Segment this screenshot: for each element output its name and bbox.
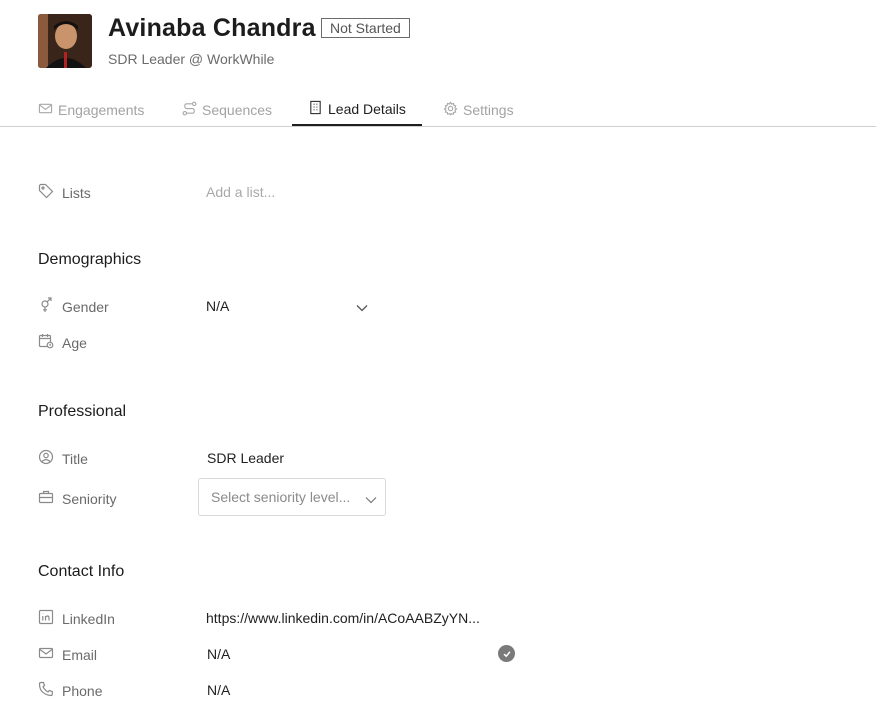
chevron-down-icon [365,492,377,508]
field-label: Seniority [62,490,117,507]
select-placeholder: Select seniority level... [211,489,351,505]
tag-icon [38,183,54,202]
linkedin-label: LinkedIn [38,609,115,628]
field-label: LinkedIn [62,610,115,627]
field-label: Age [62,334,87,351]
user-circle-icon [38,449,54,468]
tab-label: Engagements [58,101,145,118]
title-value[interactable]: SDR Leader [207,450,284,466]
avatar [38,14,92,68]
title-label: Title [38,449,88,468]
lead-name: Avinaba Chandra [108,14,316,42]
seniority-select[interactable]: Select seniority level... [198,478,386,516]
linkedin-icon [38,609,54,628]
mail-icon [38,645,54,664]
field-label: Gender [62,298,109,315]
tab-label: Sequences [202,101,273,118]
field-label: Email [62,646,98,663]
check-circle-icon[interactable] [498,645,515,662]
email-value[interactable]: N/A [207,646,230,662]
section-contact-info: Contact Info [38,563,125,580]
field-label: Title [62,450,88,467]
calendar-icon [38,333,54,352]
gender-label: Gender [38,297,109,316]
briefcase-icon [38,489,54,508]
lead-subtitle: SDR Leader @ WorkWhile [108,51,275,67]
gender-icon [38,297,54,316]
status-badge[interactable]: Not Started [321,18,410,38]
email-label: Email [38,645,97,664]
tab-label: Settings [463,101,514,118]
age-label: Age [38,333,87,352]
mail-icon [38,101,53,119]
section-demographics: Demographics [38,251,142,268]
lists-label: Lists [38,183,91,202]
field-label: Phone [62,682,103,699]
field-label: Lists [62,184,91,201]
tab-label: Lead Details [328,101,406,117]
section-professional: Professional [38,403,127,420]
tab-lead-details[interactable]: Lead Details [292,94,422,126]
gender-select[interactable]: N/A [206,298,229,314]
phone-icon [38,681,54,700]
tab-settings[interactable]: Settings [443,94,514,125]
tab-bar: Engagements Sequences Lead Details Setti… [0,94,876,127]
phone-value[interactable]: N/A [207,682,230,698]
add-list-input[interactable]: Add a list... [206,184,275,200]
seniority-label: Seniority [38,489,116,508]
sequences-icon [182,101,197,119]
linkedin-link[interactable]: https://www.linkedin.com/in/ACoAABZyYN..… [206,610,480,626]
tab-sequences[interactable]: Sequences [182,94,272,125]
tab-engagements[interactable]: Engagements [38,94,144,125]
chevron-down-icon[interactable] [356,300,368,318]
building-icon [308,100,323,118]
gear-icon [443,100,458,119]
phone-label: Phone [38,681,102,700]
